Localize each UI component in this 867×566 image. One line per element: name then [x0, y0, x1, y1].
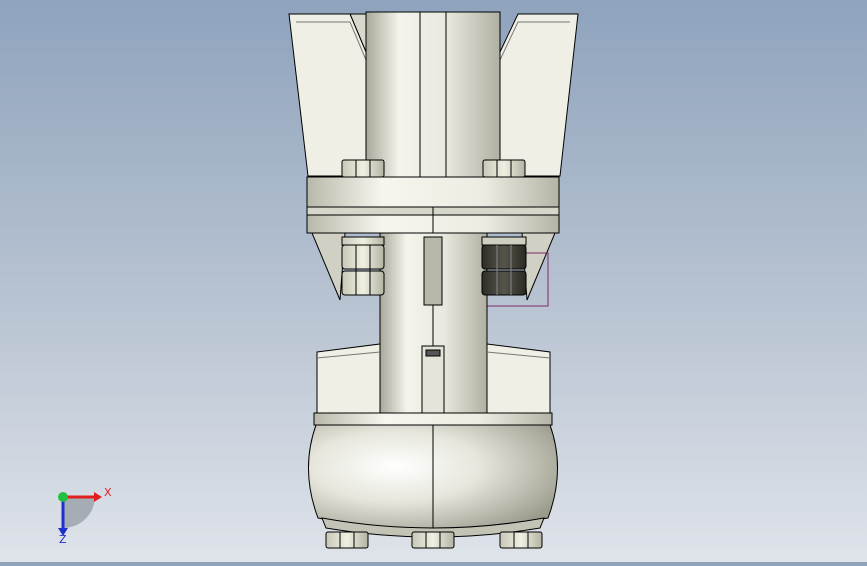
- y-axis-origin-dot: [58, 492, 68, 502]
- lower-collar: [313, 412, 553, 426]
- x-axis-arrowhead: [94, 492, 102, 502]
- x-axis-label: X: [104, 486, 112, 499]
- hex-nuts-left: [341, 236, 385, 296]
- hex-nuts-right: [481, 236, 527, 296]
- bottom-bolt-heads: [325, 531, 543, 549]
- upper-flange: [306, 176, 560, 234]
- middle-shaft: [379, 232, 488, 414]
- bowl-housing: [308, 424, 558, 538]
- upper-shaft: [365, 11, 501, 181]
- graphics-viewport[interactable]: X Z: [0, 0, 867, 562]
- reference-triad[interactable]: X Z: [58, 486, 112, 546]
- triad-plane-shading: [63, 497, 95, 528]
- cad-model-view[interactable]: X Z: [0, 0, 867, 562]
- z-axis-label: Z: [59, 533, 67, 546]
